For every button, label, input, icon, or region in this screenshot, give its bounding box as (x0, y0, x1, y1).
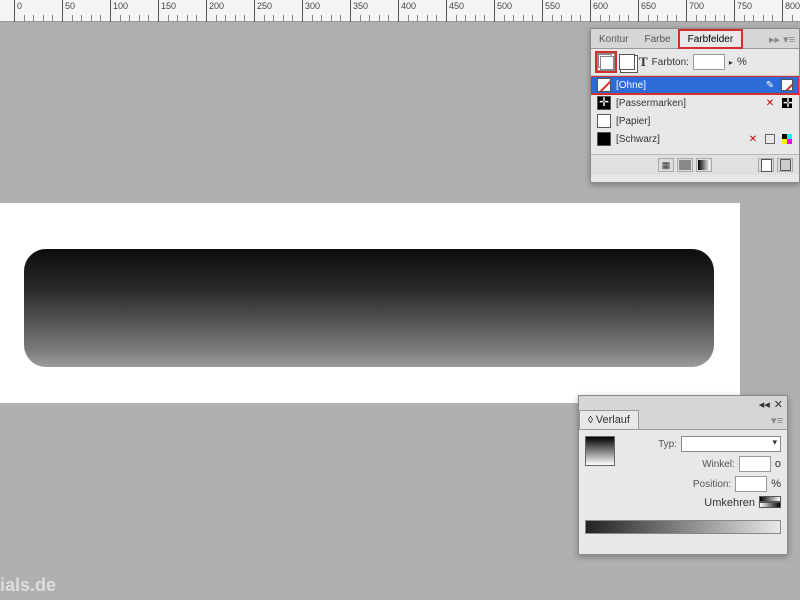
cmyk-indicator-icon (782, 134, 792, 144)
tint-input[interactable] (693, 54, 725, 70)
paper-swatch-icon (597, 114, 611, 128)
new-page-icon (761, 159, 772, 172)
swatches-panel: Kontur Farbe Farbfelder ▸▸ ▾≡ T Farbton:… (590, 28, 800, 183)
swatch-name: [Papier] (616, 116, 793, 127)
show-list-view-icon[interactable]: ▦ (658, 158, 674, 172)
new-swatch-button[interactable] (758, 158, 774, 172)
position-unit: % (771, 478, 781, 490)
gradient-panel: ◂◂ ✕ ◊ Verlauf ▾≡ Typ: Winkel: o Positio… (578, 395, 788, 555)
swatch-row-paper[interactable]: [Papier] (591, 112, 799, 130)
type-formatting-icon[interactable]: T (639, 54, 648, 70)
show-small-list-icon[interactable] (677, 158, 693, 172)
locked-icon: ✕ (764, 97, 776, 109)
panel-menu-icon[interactable]: ▾≡ (767, 412, 787, 429)
gradient-ramp[interactable] (585, 520, 781, 534)
panel-tab-bar: Kontur Farbe Farbfelder ▸▸ ▾≡ (591, 29, 799, 49)
tint-unit: % (737, 56, 747, 68)
horizontal-ruler: 0501001502002503003504004505005506006507… (0, 0, 800, 22)
swatch-name: [Schwarz] (616, 134, 742, 145)
swatch-row-none[interactable]: [Ohne] ✎ (591, 76, 799, 94)
process-indicator-icon (765, 134, 775, 144)
swatch-row-registration[interactable]: [Passermarken] ✕ (591, 94, 799, 112)
panel-close-icon[interactable]: ✕ (774, 398, 783, 411)
tab-kontur[interactable]: Kontur (591, 31, 636, 48)
delete-swatch-button[interactable] (777, 158, 793, 172)
formatting-container-icon[interactable] (619, 54, 635, 70)
position-label: Position: (693, 479, 731, 490)
swatch-name: [Ohne] (616, 80, 759, 91)
swatch-name: [Passermarken] (616, 98, 759, 109)
trash-icon (780, 159, 791, 171)
none-swatch-icon (597, 78, 611, 92)
tab-verlauf[interactable]: ◊ Verlauf (579, 410, 639, 429)
tint-label: Farbton: (652, 57, 689, 68)
show-gradient-icon[interactable] (696, 158, 712, 172)
registration-swatch-icon (597, 96, 611, 110)
gradient-tab-label: Verlauf (596, 414, 630, 426)
angle-label: Winkel: (702, 459, 735, 470)
registration-indicator-icon (782, 98, 792, 108)
watermark-text: ials.de (0, 575, 56, 596)
reverse-label: Umkehren (704, 497, 755, 509)
black-swatch-icon (597, 132, 611, 146)
swatch-row-black[interactable]: [Schwarz] ✕ (591, 130, 799, 148)
locked-icon: ✕ (747, 133, 759, 145)
tab-farbfelder[interactable]: Farbfelder (679, 30, 743, 48)
position-input[interactable] (735, 476, 767, 492)
angle-input[interactable] (739, 456, 771, 472)
rounded-rectangle-shape[interactable] (24, 249, 714, 367)
panel-menu-icon[interactable]: ▸▸ ▾≡ (765, 31, 799, 48)
tint-arrow-icon[interactable]: ▸ (729, 58, 733, 67)
swatch-toolbar: T Farbton: ▸ % (591, 49, 799, 76)
reverse-gradient-button[interactable] (759, 496, 781, 510)
gradient-type-dropdown[interactable] (681, 436, 781, 452)
pencil-icon: ✎ (764, 79, 776, 91)
panel-collapse-icon[interactable]: ◂◂ (759, 398, 770, 411)
gradient-preview[interactable] (585, 436, 615, 466)
tab-farbe[interactable]: Farbe (636, 31, 678, 48)
swatch-list: [Ohne] ✎ [Passermarken] ✕ [Papier] [Schw… (591, 76, 799, 154)
fill-stroke-proxy-icon[interactable] (597, 53, 615, 71)
none-indicator-icon (781, 79, 793, 91)
angle-unit: o (775, 458, 781, 470)
type-label: Typ: (658, 439, 677, 450)
swatch-footer: ▦ (591, 154, 799, 175)
document-canvas[interactable] (0, 203, 740, 403)
